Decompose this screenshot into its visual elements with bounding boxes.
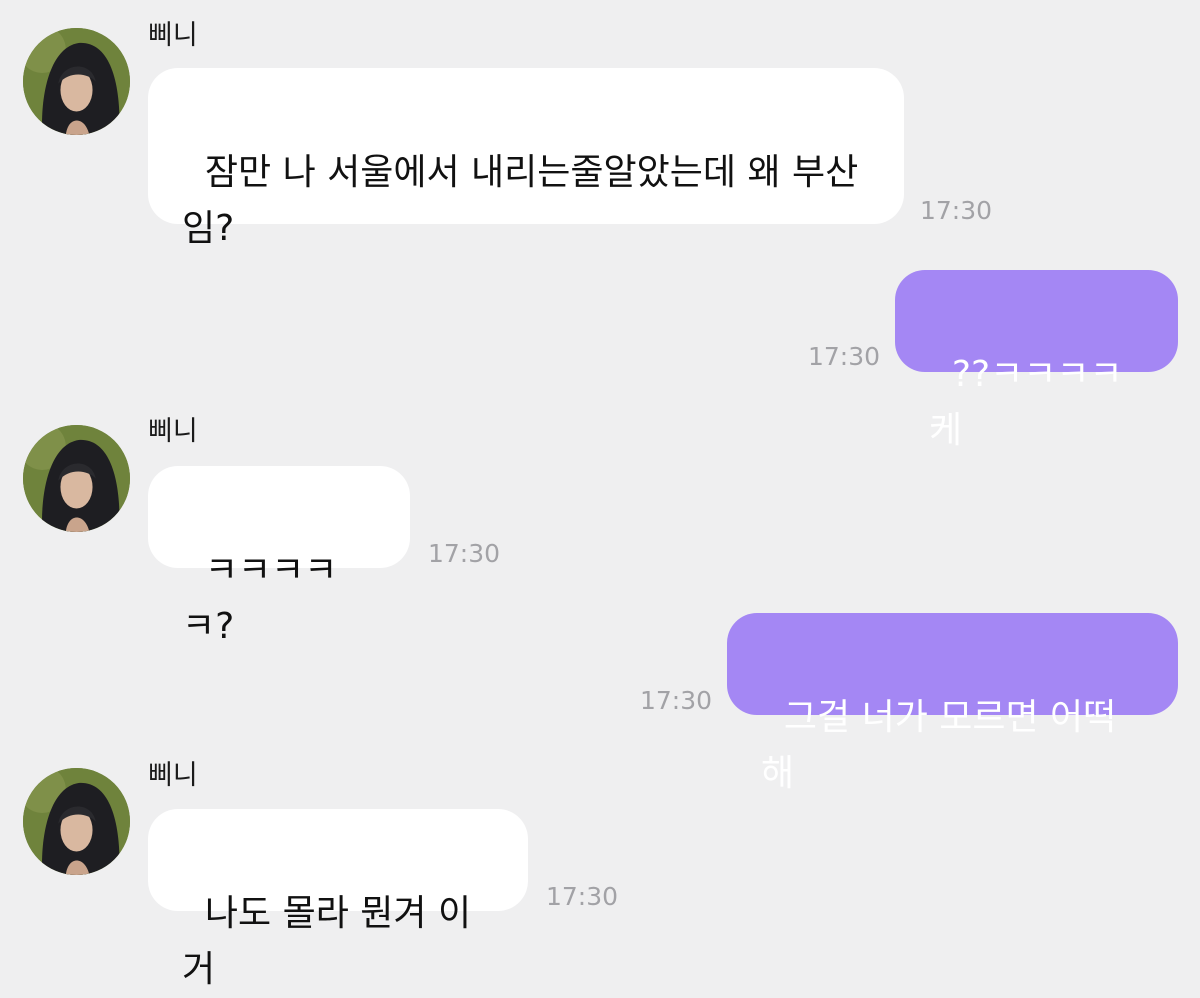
message-timestamp: 17:30 (428, 539, 501, 568)
sender-avatar[interactable] (23, 768, 130, 875)
message-text: 잠만 나 서울에서 내리는줄알았는데 왜 부산 임? (182, 152, 859, 249)
profile-photo-icon (23, 28, 130, 135)
message-bubble-outgoing[interactable]: ??ㅋㅋㅋㅋ케 (895, 270, 1178, 451)
message-timestamp: 17:30 (920, 196, 993, 225)
message-text: 나도 몰라 뭔겨 이거 (182, 893, 472, 990)
message-text: ??ㅋㅋㅋㅋ케 (929, 354, 1123, 451)
sender-name: 삐니 (148, 416, 198, 447)
sender-name: 삐니 (148, 20, 198, 51)
message-text: 그걸 너가 모르면 어떡해 (761, 697, 1117, 794)
sender-avatar[interactable] (23, 28, 130, 135)
message-bubble-incoming[interactable]: ㅋㅋㅋㅋㅋ? (148, 466, 410, 647)
sender-avatar[interactable] (23, 425, 130, 532)
message-timestamp: 17:30 (546, 882, 619, 911)
message-timestamp: 17:30 (808, 342, 881, 371)
message-timestamp: 17:30 (640, 686, 713, 715)
profile-photo-icon (23, 768, 130, 875)
sender-name: 삐니 (148, 760, 198, 791)
profile-photo-icon (23, 425, 130, 532)
message-text: ㅋㅋㅋㅋㅋ? (182, 550, 338, 647)
message-bubble-incoming[interactable]: 잠만 나 서울에서 내리는줄알았는데 왜 부산 임? (148, 68, 904, 249)
message-bubble-incoming[interactable]: 나도 몰라 뭔겨 이거 (148, 809, 528, 990)
message-bubble-outgoing[interactable]: 그걸 너가 모르면 어떡해 (727, 613, 1178, 794)
